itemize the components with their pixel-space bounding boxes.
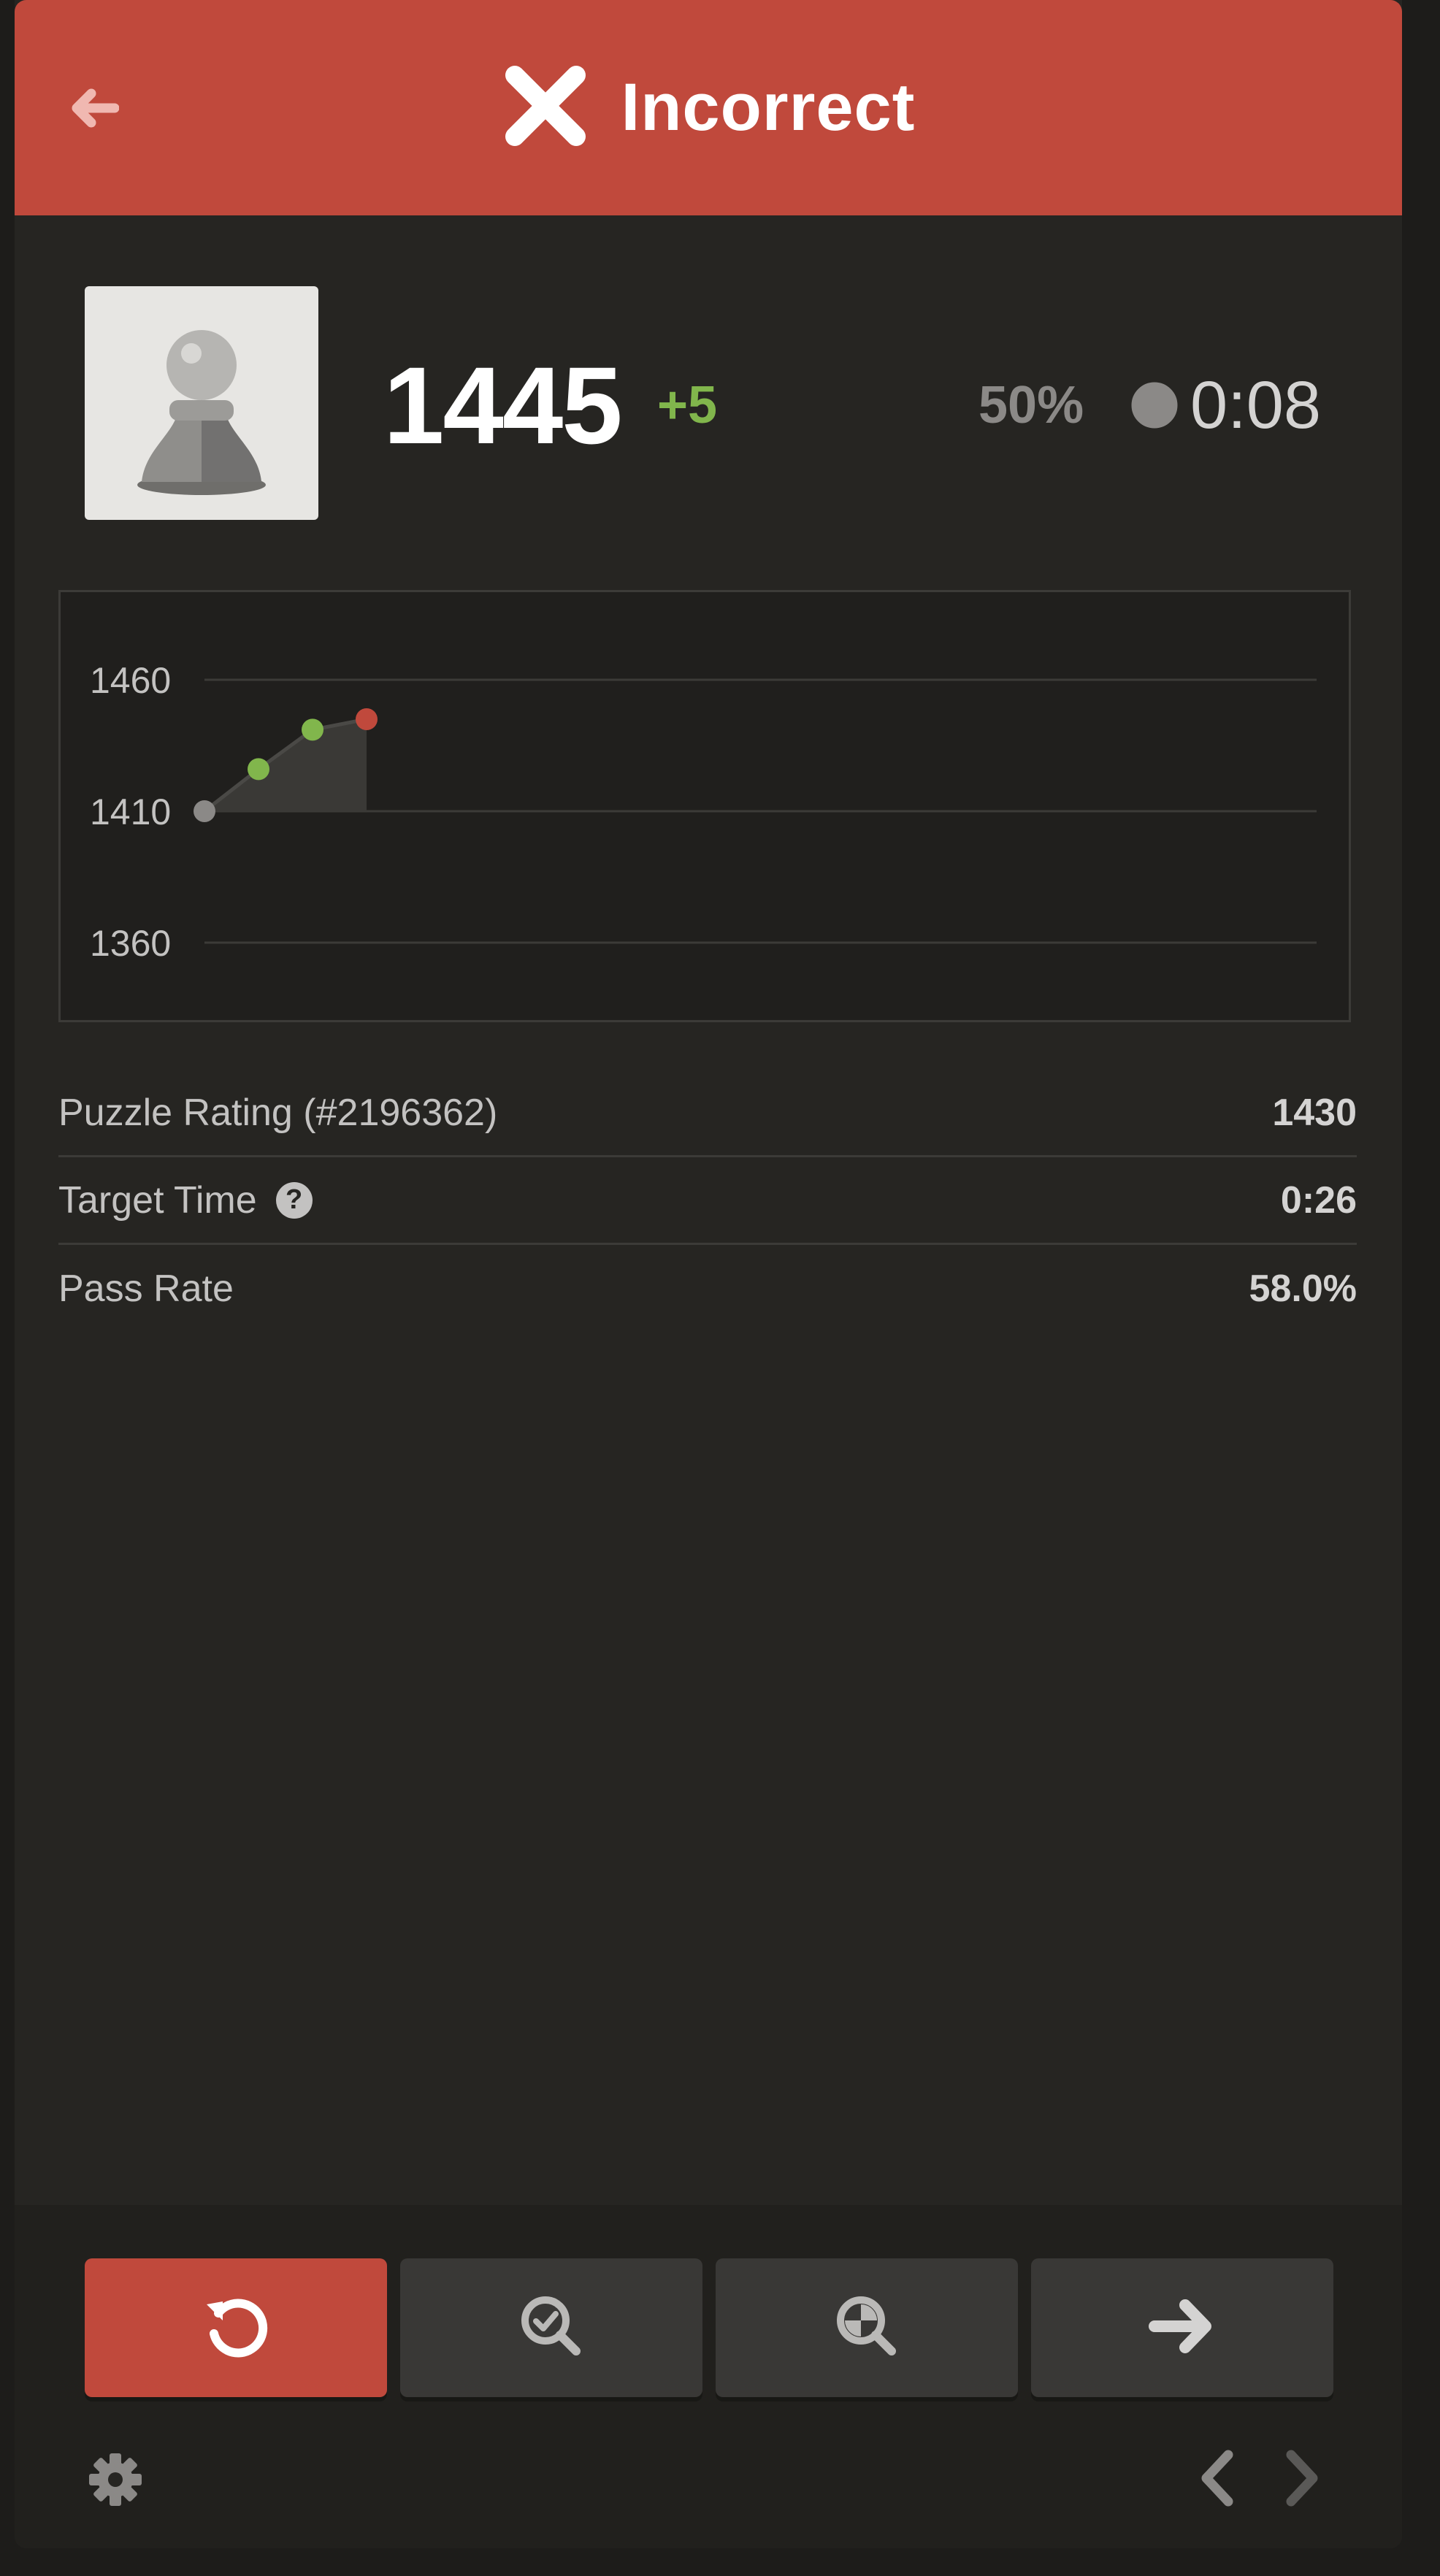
chart-y-tick-label: 1460	[90, 660, 171, 701]
target-time-value: 0:26	[1280, 1178, 1357, 1222]
chart-y-tick-label: 1360	[90, 923, 171, 964]
magnifier-chess-icon	[832, 2291, 902, 2365]
stat-row-pass-rate: Pass Rate 58.0%	[58, 1245, 1357, 1333]
pass-rate-label: Pass Rate	[58, 1268, 234, 1310]
retry-button[interactable]	[85, 2258, 387, 2397]
result-title-wrap: Incorrect	[15, 0, 1402, 215]
back-button[interactable]	[50, 73, 137, 146]
rating-chart-svg: 1460 1410 1360	[90, 660, 1317, 964]
retry-icon	[201, 2291, 271, 2365]
target-time-label: Target Time	[58, 1178, 257, 1222]
chart-data-point	[194, 800, 215, 822]
chart-data-point	[356, 708, 378, 730]
x-mark-icon	[502, 62, 589, 153]
next-puzzle-button[interactable]	[1031, 2258, 1333, 2397]
result-header: Incorrect	[15, 0, 1402, 215]
stat-row-target-time: Target Time ? 0:26	[58, 1157, 1357, 1245]
stat-row-puzzle-rating: Puzzle Rating (#2196362) 1430	[58, 1070, 1357, 1157]
puzzle-rating-value: 1430	[1272, 1091, 1357, 1134]
pawn-icon	[129, 307, 275, 500]
elapsed-time: 0:08	[1190, 368, 1322, 442]
target-time-label-wrap: Target Time ?	[58, 1178, 313, 1222]
avatar	[85, 286, 318, 520]
chart-area-fill	[204, 719, 367, 811]
chart-y-tick-label: 1410	[90, 791, 171, 832]
result-title: Incorrect	[621, 70, 916, 145]
puzzle-result-panel: Incorrect 1445 +5 50% 0:08 1460 1410 136…	[15, 0, 1402, 2548]
show-solution-button[interactable]	[400, 2258, 702, 2397]
pass-rate-value: 58.0%	[1249, 1268, 1357, 1310]
magnifier-check-icon	[516, 2291, 586, 2365]
accuracy-percent: 50%	[978, 376, 1084, 434]
chevron-left-icon[interactable]	[1195, 2447, 1241, 2512]
arrow-right-icon	[1147, 2295, 1217, 2361]
analysis-button[interactable]	[716, 2258, 1018, 2397]
player-rating: 1445	[383, 344, 623, 467]
rating-chart: 1460 1410 1360	[58, 590, 1351, 1022]
chevron-right-icon[interactable]	[1278, 2447, 1325, 2512]
puzzle-rating-label: Puzzle Rating (#2196362)	[58, 1091, 498, 1134]
gear-icon[interactable]	[88, 2452, 143, 2511]
chart-data-point	[302, 718, 323, 741]
pie-timer-icon	[1129, 380, 1180, 434]
rating-delta: +5	[657, 376, 718, 434]
arrow-left-icon	[68, 86, 120, 134]
help-icon[interactable]: ?	[275, 1181, 313, 1219]
chart-data-point	[248, 758, 269, 781]
